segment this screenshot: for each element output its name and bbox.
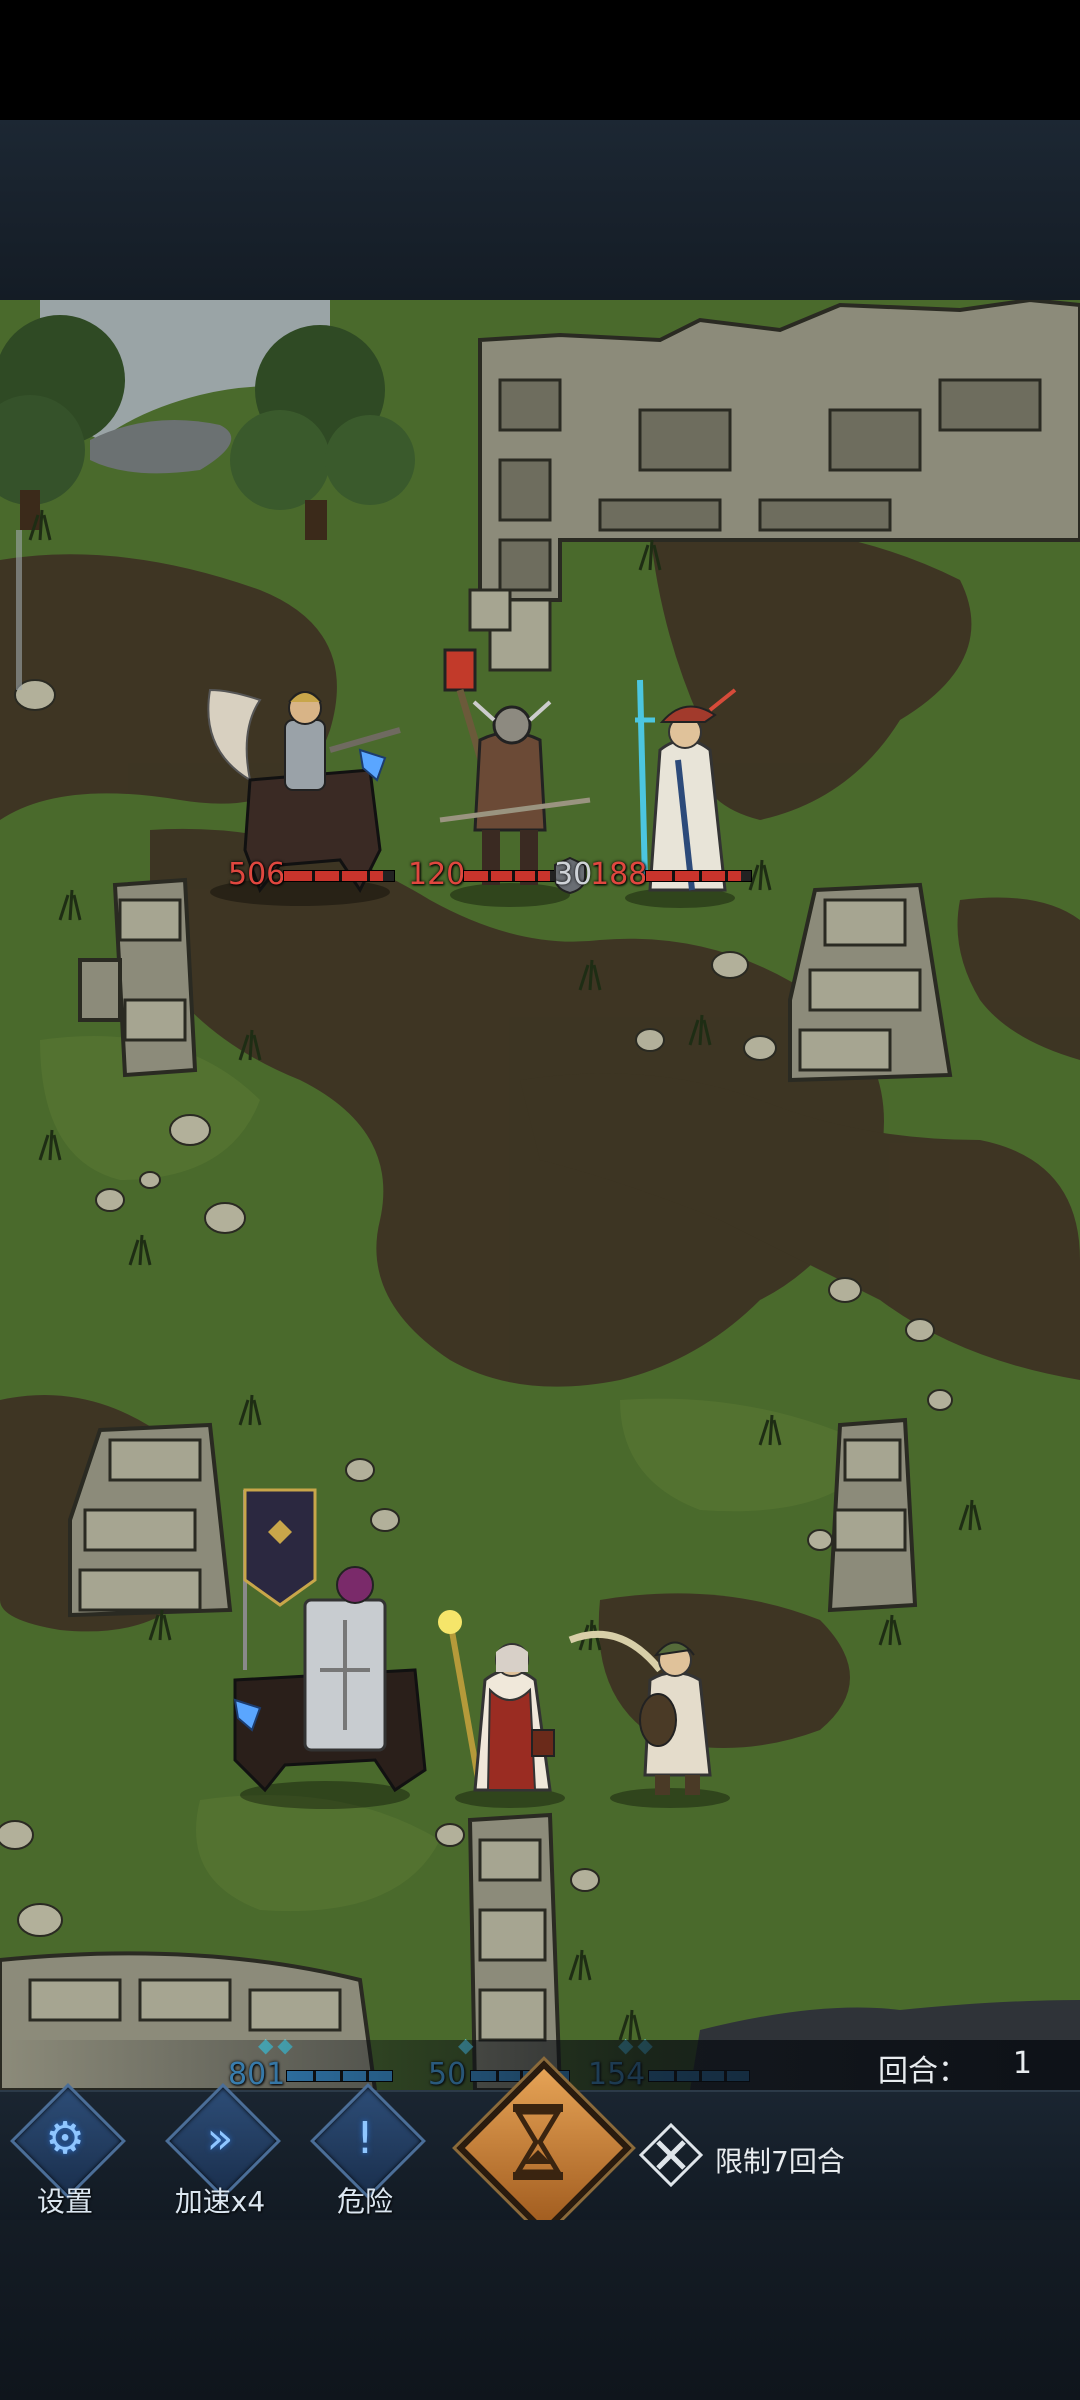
bottom-panel	[0, 2220, 1080, 2400]
hp-segment-divider	[487, 871, 491, 881]
hp-segment-divider	[724, 871, 728, 881]
hp-segment-divider	[511, 871, 515, 881]
hp-segment-divider	[535, 871, 539, 881]
end-turn-button[interactable]	[456, 2060, 632, 2236]
hp-bar	[463, 870, 560, 882]
hp-segment-divider	[698, 871, 702, 881]
battlefield-terrain	[0, 300, 1080, 2090]
hourglass-icon	[513, 2104, 563, 2180]
hp-segment-divider	[339, 871, 342, 881]
status-bar	[0, 0, 1080, 120]
settings-button[interactable]: ⚙ 设置	[0, 2083, 130, 2222]
crossed-swords-icon	[638, 2122, 704, 2188]
battlefield-map[interactable]: 506 120 30 188	[0, 300, 1080, 2090]
hp-segment-divider	[366, 871, 370, 881]
round-value: 1	[1012, 2046, 1032, 2081]
enemy-hp-winged-hussar: 506	[228, 855, 398, 895]
bard-sprite	[568, 1630, 730, 1808]
double-chevron-icon: »	[206, 2113, 234, 2164]
enemy-hp-hammer-warrior: 120	[408, 855, 560, 895]
danger-label: 危险	[336, 2185, 393, 2218]
ally-banner-knight[interactable]	[215, 1470, 435, 1810]
hp-value: 188	[590, 857, 648, 892]
hp-value: 120	[408, 857, 466, 892]
gears-icon: ⚙	[45, 2113, 85, 2164]
round-label: 回合：	[878, 2054, 968, 2089]
speed-label: 加速x4	[174, 2185, 266, 2218]
turn-limit-text: 限制7回合	[715, 2145, 845, 2178]
exclamation-icon: !	[356, 2113, 374, 2164]
enemy-hp-white-robed-mage: 30 188	[550, 855, 760, 895]
hp-segment-divider	[311, 871, 315, 881]
danger-button[interactable]: ! 危险	[300, 2083, 430, 2222]
speed-button[interactable]: » 加速x4	[155, 2083, 285, 2222]
hp-bar	[283, 870, 395, 882]
top-panel	[0, 120, 1080, 300]
shield-value: 30	[554, 857, 593, 892]
hp-segment-divider	[672, 871, 676, 881]
hp-bar	[645, 870, 752, 882]
banner-knight-sprite	[233, 1488, 427, 1809]
hp-value: 506	[228, 857, 286, 892]
settings-label: 设置	[36, 2185, 93, 2218]
ally-bard[interactable]	[560, 1600, 750, 1810]
